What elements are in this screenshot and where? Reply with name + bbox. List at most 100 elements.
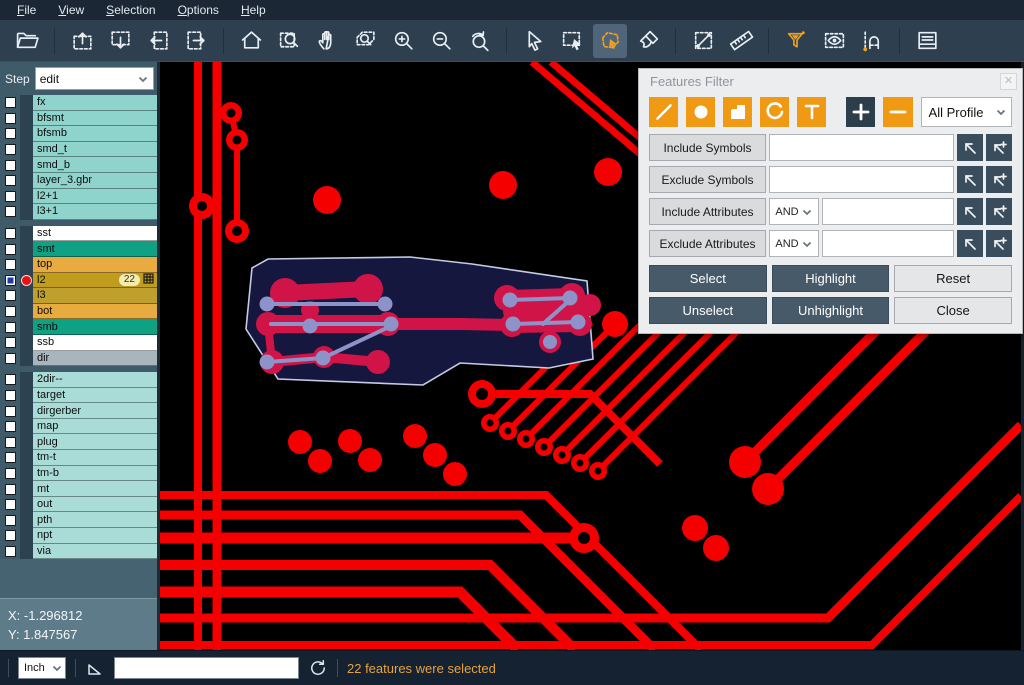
layer-row-tm-b[interactable]: tm-b [0,466,157,482]
layer-checkbox[interactable] [5,499,16,510]
pad-tool-button[interactable] [686,97,715,127]
layer-checkbox[interactable] [5,290,16,301]
exclude-symbols-button[interactable]: Exclude Symbols [649,166,766,193]
layer-name-cell[interactable]: plug [33,434,157,450]
pick-from-canvas-button[interactable] [957,166,983,193]
layer-name-cell[interactable]: l3 [33,288,157,304]
pick-add-button[interactable] [986,198,1012,225]
layer-checkbox[interactable] [5,406,16,417]
active-layer-cell[interactable] [20,273,33,289]
active-layer-cell[interactable] [20,95,33,111]
logic-dropdown[interactable]: AND [769,230,819,257]
layer-name-cell[interactable]: via [33,544,157,560]
layer-name-cell[interactable]: smd_t [33,142,157,158]
layer-name-cell[interactable]: bfsmb [33,126,157,142]
layer-name-cell[interactable]: npt [33,528,157,544]
layer-checkbox[interactable] [5,484,16,495]
active-layer-cell[interactable] [20,226,33,242]
active-layer-cell[interactable] [20,304,33,320]
reset-button[interactable]: Reset [894,265,1012,292]
active-layer-cell[interactable] [20,142,33,158]
active-layer-cell[interactable] [20,335,33,351]
active-layer-cell[interactable] [20,544,33,560]
pan-up-button[interactable] [65,24,99,58]
arc-tool-button[interactable] [760,97,789,127]
layer-row-bfsmb[interactable]: bfsmb [0,126,157,142]
layer-row-plug[interactable]: plug [0,434,157,450]
layer-row-l2+1[interactable]: l2+1 [0,189,157,205]
layer-row-out[interactable]: out [0,497,157,513]
zoom-in-button[interactable] [386,24,420,58]
logic-dropdown[interactable]: AND [769,198,819,225]
layer-checkbox[interactable] [5,546,16,557]
ruler-button[interactable] [724,24,758,58]
layer-checkbox[interactable] [5,144,16,155]
refresh-icon[interactable] [308,658,328,678]
active-layer-cell[interactable] [20,173,33,189]
layer-row-smd_t[interactable]: smd_t [0,142,157,158]
layer-row-top[interactable]: top [0,257,157,273]
active-layer-cell[interactable] [20,288,33,304]
zoom-area-button[interactable] [348,24,382,58]
layer-checkbox[interactable] [5,160,16,171]
select-polygon-button[interactable] [593,24,627,58]
layer-name-cell[interactable]: l2+1 [33,189,157,205]
menu-file[interactable]: File [6,0,47,20]
layer-name-cell[interactable]: ssb [33,335,157,351]
layer-name-cell[interactable]: target [33,388,157,404]
active-layer-cell[interactable] [20,434,33,450]
layer-name-cell[interactable]: pth [33,512,157,528]
active-layer-cell[interactable] [20,351,33,367]
remove-button[interactable] [883,97,912,127]
pick-from-canvas-button[interactable] [957,198,983,225]
layer-name-cell[interactable]: l3+1 [33,204,157,220]
layer-name-cell[interactable]: smt [33,241,157,257]
layer-checkbox[interactable] [5,128,16,139]
pick-from-canvas-button[interactable] [957,230,983,257]
layer-checkbox[interactable] [5,244,16,255]
layer-checkbox[interactable] [5,353,16,364]
home-button[interactable] [234,24,268,58]
active-layer-cell[interactable] [20,466,33,482]
layer-checkbox[interactable] [5,530,16,541]
layer-checkbox[interactable] [5,322,16,333]
active-layer-cell[interactable] [20,497,33,513]
layer-row-2dir--[interactable]: 2dir-- [0,372,157,388]
layer-name-cell[interactable]: bfsmt [33,111,157,127]
layer-checkbox[interactable] [5,306,16,317]
layer-name-cell[interactable]: fx [33,95,157,111]
layer-name-cell[interactable]: smd_b [33,157,157,173]
layer-row-map[interactable]: map [0,419,157,435]
add-button[interactable] [846,97,875,127]
layer-checkbox[interactable] [5,206,16,217]
layer-checkbox[interactable] [5,390,16,401]
layer-row-layer_3.gbr[interactable]: layer_3.gbr [0,173,157,189]
unit-dropdown[interactable]: Inch [18,657,66,679]
pan-down-button[interactable] [103,24,137,58]
layer-row-fx[interactable]: fx [0,95,157,111]
unselect-button[interactable]: Unselect [649,297,767,324]
active-layer-cell[interactable] [20,403,33,419]
layer-row-smb[interactable]: smb [0,319,157,335]
layer-row-bfsmt[interactable]: bfsmt [0,111,157,127]
layer-row-target[interactable]: target [0,388,157,404]
include-attributes-button[interactable]: Include Attributes [649,198,766,225]
layer-row-npt[interactable]: npt [0,528,157,544]
filter-button[interactable] [779,24,813,58]
snap-magnet-button[interactable] [855,24,889,58]
layer-row-l3+1[interactable]: l3+1 [0,204,157,220]
active-layer-cell[interactable] [20,450,33,466]
zoom-previous-button[interactable] [462,24,496,58]
layer-name-cell[interactable]: out [33,497,157,513]
active-layer-cell[interactable] [20,204,33,220]
layer-name-cell[interactable]: sst [33,226,157,242]
layer-checkbox[interactable] [5,175,16,186]
layer-checkbox[interactable] [5,452,16,463]
layer-checkbox[interactable] [5,421,16,432]
layer-row-l2[interactable]: l222 [0,273,157,289]
active-layer-cell[interactable] [20,111,33,127]
layer-row-bot[interactable]: bot [0,304,157,320]
dialog-title-bar[interactable]: Features Filter ✕ [639,69,1022,94]
layer-name-cell[interactable]: tm-b [33,466,157,482]
pick-from-canvas-button[interactable] [957,134,983,161]
